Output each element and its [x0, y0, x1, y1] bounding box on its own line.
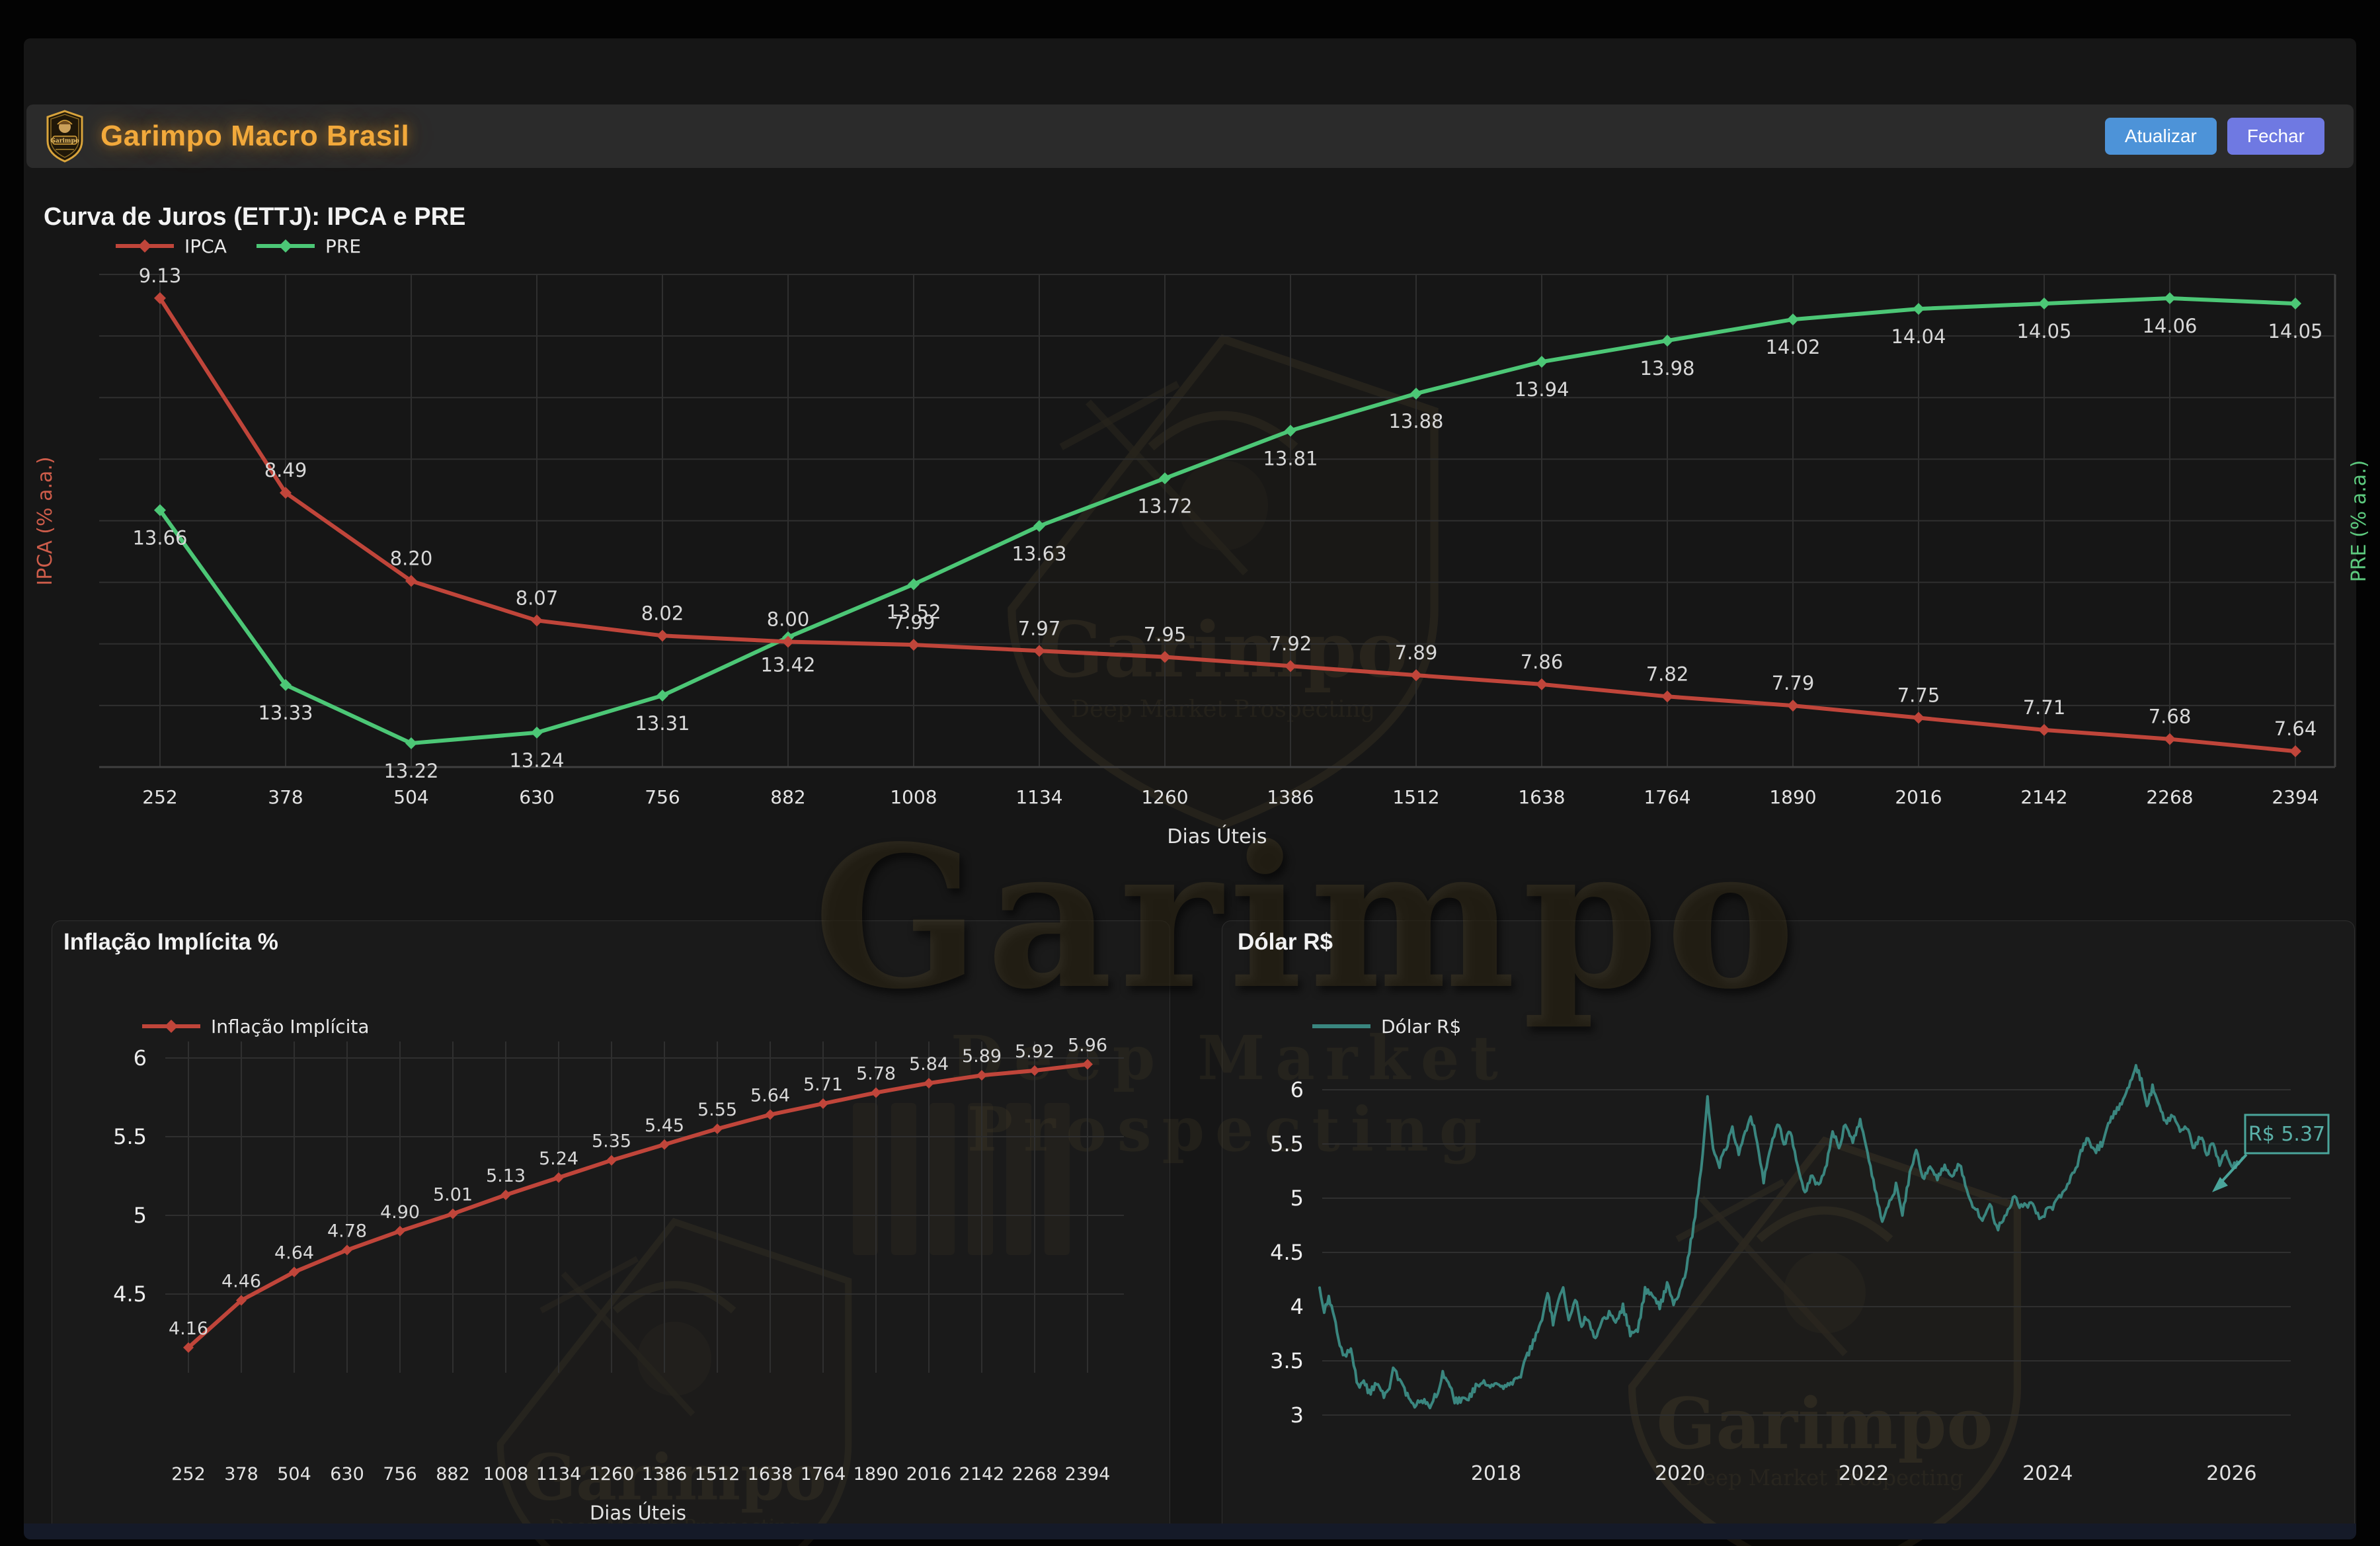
- header-bar: Garimpo Garimpo Macro Brasil Atualizar F…: [26, 104, 2354, 168]
- implicita-panel: [52, 920, 1170, 1537]
- atualizar-button[interactable]: Atualizar: [2105, 118, 2217, 155]
- header-buttons: Atualizar Fechar: [2105, 118, 2324, 155]
- app-title: Garimpo Macro Brasil: [100, 120, 409, 153]
- bottom-taskbar-edge: [24, 1524, 2356, 1539]
- brand-block: Garimpo Garimpo Macro Brasil: [44, 110, 409, 163]
- fechar-button[interactable]: Fechar: [2227, 118, 2324, 155]
- svg-text:Garimpo: Garimpo: [50, 138, 79, 145]
- app-window: Garimpo Deep Market Prospecting GarimpoD…: [0, 0, 2380, 1546]
- garimpo-logo-icon: Garimpo: [44, 110, 86, 163]
- dolar-panel: [1222, 920, 2355, 1537]
